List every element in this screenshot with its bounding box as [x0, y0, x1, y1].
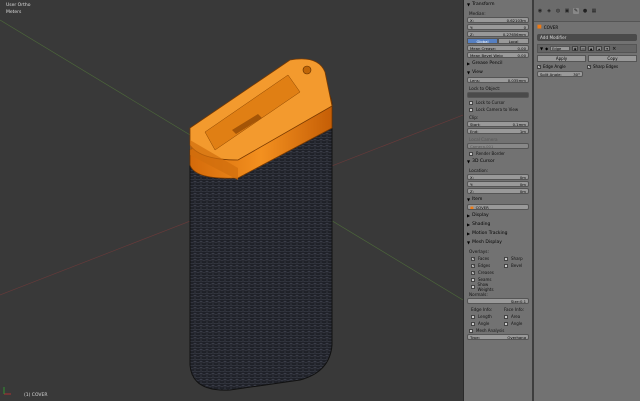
mean-bevel-field[interactable]: Mean Bevel Weig 0.00	[467, 52, 529, 58]
object-name: COVER	[543, 24, 559, 30]
overlays-label: Overlays:	[469, 248, 489, 254]
modifier-name-field[interactable]: Edge	[550, 46, 571, 51]
area-check[interactable]: Area	[499, 313, 532, 320]
face-info-label: Face Info:	[504, 306, 525, 312]
apply-button[interactable]: Apply	[537, 55, 586, 62]
item-name-field[interactable]: ■ COVER	[467, 204, 529, 210]
grease-pencil-header[interactable]: ▶ Grease Pencil	[464, 59, 532, 68]
clip-label: Clip:	[469, 114, 479, 120]
angle-check[interactable]: Angle	[466, 320, 499, 327]
local-button[interactable]: Local	[498, 38, 529, 44]
view-label: User Ortho	[6, 3, 31, 8]
mean-crease-field[interactable]: Mean Crease: 0.00	[467, 45, 529, 51]
median-z-field[interactable]: Z: 0.27656mm	[467, 31, 529, 37]
item-header[interactable]: ▼ Item	[464, 195, 532, 204]
3d-viewport[interactable]: User Ortho Meters (1) COVER	[0, 0, 463, 401]
modifier-header[interactable]: ▼ ◆ Edge ◉ ▭ ▲ ▴ ▾ ×	[537, 44, 637, 53]
mesh-display-header[interactable]: ▼ Mesh Display	[464, 238, 532, 247]
normals-size-field[interactable]: Size:0.1	[467, 298, 529, 304]
properties-editor: ◉ ◈ ◍ ▣ ✎ ● ▦ ■ COVER Add Modifier ▼ ◆ E…	[534, 0, 640, 401]
median-label: Median:	[469, 10, 486, 16]
lens-field[interactable]: Lens: 0.035mm	[467, 77, 529, 83]
lock-object-field[interactable]	[467, 92, 529, 98]
shading-header[interactable]: ▶ Shading	[464, 220, 532, 229]
scene-icon[interactable]: ◈	[546, 8, 552, 14]
cursor-z-field[interactable]: Z: 0m	[467, 188, 529, 194]
show-weights-check[interactable]: Show Weights	[466, 282, 499, 292]
face-angle-check[interactable]: Angle	[499, 320, 532, 327]
length-check[interactable]: Length	[466, 313, 499, 320]
edge-face-info: Edge Info: Face Info: Length Area Angle …	[464, 305, 532, 327]
mesh-analysis-check[interactable]: Mesh Analysis	[464, 327, 532, 334]
overlays-grid: ✓ Faces Sharp ✓ Edges Bevel ✓ Creases Seams…	[464, 255, 532, 292]
location-label: Location:	[469, 167, 489, 173]
global-button[interactable]: Global	[467, 38, 498, 44]
clip-end-field[interactable]: End: 1m	[467, 128, 529, 134]
viewport-toggle-icon[interactable]: ▭	[580, 46, 587, 51]
editmode-toggle-icon[interactable]: ▲	[588, 46, 595, 51]
sharp-edges-check[interactable]: ✓ Sharp Edges	[587, 64, 637, 69]
close-icon[interactable]: ×	[612, 46, 616, 52]
copy-button[interactable]: Copy	[588, 55, 637, 62]
display-header[interactable]: ▶ Display	[464, 211, 532, 220]
object-icon: ■	[470, 204, 474, 210]
render-icon[interactable]: ◉	[537, 8, 543, 14]
view-header[interactable]: ▼ View	[464, 68, 532, 77]
collapse-icon[interactable]: ▼	[540, 46, 543, 51]
local-camera-label: Local Camera	[469, 136, 498, 142]
move-up-icon[interactable]: ▴	[596, 46, 603, 51]
object-icon: ■	[537, 24, 542, 30]
texture-icon[interactable]: ▦	[591, 8, 597, 14]
faces-check[interactable]: ✓ Faces	[466, 255, 499, 262]
move-down-icon[interactable]: ▾	[604, 46, 611, 51]
viewport-scene	[0, 19, 463, 395]
split-angle-field[interactable]: Split Angle: 30°	[537, 71, 583, 77]
transform-header[interactable]: ▼ Transform	[464, 0, 532, 9]
world-icon[interactable]: ◍	[555, 8, 561, 14]
object-icon[interactable]: ▣	[564, 8, 570, 14]
creases-check[interactable]: ✓ Creases	[466, 269, 499, 276]
median-x-field[interactable]: X: 0.62103m	[467, 17, 529, 23]
cursor-y-field[interactable]: Y: 0m	[467, 181, 529, 187]
unit-label: Meters	[6, 10, 22, 15]
local-camera-field[interactable]: Camera.001	[467, 143, 529, 149]
mesh-analysis-type-field[interactable]: Type: Overhang	[467, 334, 529, 340]
add-modifier-dropdown[interactable]: Add Modifier	[537, 34, 637, 41]
clip-start-field[interactable]: Start: 0.1mm	[467, 121, 529, 127]
render-toggle-icon[interactable]: ◉	[572, 46, 579, 51]
edges-check[interactable]: ✓ Edges	[466, 262, 499, 269]
bevel-check[interactable]: Bevel	[499, 262, 532, 269]
lock-cursor-check[interactable]: Lock to Cursor	[464, 99, 532, 106]
breadcrumb: ■ COVER	[537, 23, 637, 31]
edge-split-icon: ◆	[545, 46, 549, 51]
lock-object-label: Lock to Object:	[469, 85, 501, 91]
render-border-check[interactable]: Render Border	[464, 150, 532, 157]
lock-camera-check[interactable]: Lock Camera to View	[464, 106, 532, 113]
properties-tabs: ◉ ◈ ◍ ▣ ✎ ● ▦	[534, 0, 640, 22]
properties-shelf: ▼ Transform Median: X: 0.62103m Y: 0 Z: 0.27…	[463, 0, 532, 401]
modifier-wrench-icon[interactable]: ✎	[573, 7, 579, 14]
motion-tracking-header[interactable]: ▶ Motion Tracking	[464, 229, 532, 238]
cursor-header[interactable]: ▼ 3D Cursor	[464, 157, 532, 166]
sharp-check[interactable]: Sharp	[499, 255, 532, 262]
edge-angle-check[interactable]: ✓ Edge Angle	[537, 64, 587, 69]
cursor-x-field[interactable]: X: 0m	[467, 174, 529, 180]
median-y-field[interactable]: Y: 0	[467, 24, 529, 30]
material-icon[interactable]: ●	[582, 8, 588, 14]
edge-info-label: Edge Info:	[471, 306, 493, 312]
active-object-label: (1) COVER	[24, 393, 48, 398]
